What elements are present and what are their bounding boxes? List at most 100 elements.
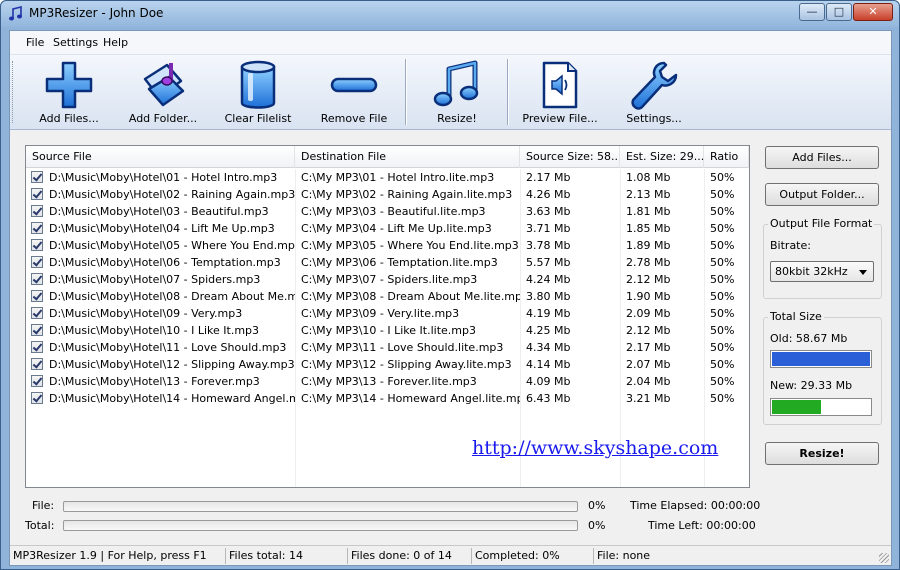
est-size-cell: 1.81 Mb xyxy=(626,205,671,218)
source-size-cell: 3.63 Mb xyxy=(526,205,571,218)
ratio-cell: 50% xyxy=(710,375,735,388)
est-size-cell: 1.08 Mb xyxy=(626,171,671,184)
remove-file-toolbar-button[interactable]: Remove File xyxy=(316,55,392,130)
est-size-cell: 3.21 Mb xyxy=(626,392,671,405)
resize-toolbar-button[interactable]: Resize! xyxy=(420,55,494,130)
bitrate-select[interactable]: 80kbit 32kHz xyxy=(770,261,874,282)
ratio-cell: 50% xyxy=(710,256,735,269)
old-size-bar xyxy=(770,350,872,368)
clear-filelist-toolbar-button[interactable]: Clear Filelist xyxy=(220,55,296,130)
table-row[interactable]: D:\Music\Moby\Hotel\03 - Beautiful.mp3 C:… xyxy=(26,203,749,220)
toolbar-grip[interactable] xyxy=(12,61,15,123)
total-progress-label: Total: xyxy=(25,519,55,532)
source-size-cell: 4.34 Mb xyxy=(526,341,571,354)
title-bar[interactable]: MP3Resizer - John Doe — □ ✕ xyxy=(1,1,899,27)
file-progress-percent: 0% xyxy=(588,499,606,512)
row-checkbox[interactable] xyxy=(31,358,43,370)
table-row[interactable]: D:\Music\Moby\Hotel\05 - Where You End.m… xyxy=(26,237,749,254)
table-row[interactable]: D:\Music\Moby\Hotel\10 - I Like It.mp3 C:… xyxy=(26,322,749,339)
new-size-label: New: 29.33 Mb xyxy=(770,379,853,392)
destination-file-cell: C:\My MP3\08 - Dream About Me.lite.mp3 xyxy=(301,290,520,303)
row-checkbox[interactable] xyxy=(31,290,43,302)
maximize-button[interactable]: □ xyxy=(826,3,852,21)
row-checkbox[interactable] xyxy=(31,273,43,285)
table-row[interactable]: D:\Music\Moby\Hotel\07 - Spiders.mp3 C:\M… xyxy=(26,271,749,288)
add-folder-toolbar-button[interactable]: Add Folder... xyxy=(126,55,200,130)
add-files-button[interactable]: Add Files... xyxy=(765,146,879,169)
row-checkbox[interactable] xyxy=(31,392,43,404)
est-size-cell: 2.78 Mb xyxy=(626,256,671,269)
window-title: MP3Resizer - John Doe xyxy=(29,6,164,20)
output-folder-button[interactable]: Output Folder... xyxy=(765,183,879,206)
add-files-label: Add Files... xyxy=(39,112,99,125)
menu-help[interactable]: Help xyxy=(103,36,128,49)
minimize-button[interactable]: — xyxy=(799,3,825,21)
close-button[interactable]: ✕ xyxy=(853,3,893,21)
source-file-cell: D:\Music\Moby\Hotel\07 - Spiders.mp3 xyxy=(49,273,261,286)
destination-file-cell: C:\My MP3\05 - Where You End.lite.mp3 xyxy=(301,239,519,252)
destination-file-cell: C:\My MP3\04 - Lift Me Up.lite.mp3 xyxy=(301,222,492,235)
destination-file-cell: C:\My MP3\03 - Beautiful.lite.mp3 xyxy=(301,205,486,218)
table-row[interactable]: D:\Music\Moby\Hotel\04 - Lift Me Up.mp3 C… xyxy=(26,220,749,237)
source-file-cell: D:\Music\Moby\Hotel\01 - Hotel Intro.mp3 xyxy=(49,171,278,184)
bitrate-label: Bitrate: xyxy=(770,239,811,252)
row-checkbox[interactable] xyxy=(31,222,43,234)
table-row[interactable]: D:\Music\Moby\Hotel\13 - Forever.mp3 C:\M… xyxy=(26,373,749,390)
row-checkbox[interactable] xyxy=(31,205,43,217)
preview-file-toolbar-button[interactable]: Preview File... xyxy=(520,55,600,130)
row-checkbox[interactable] xyxy=(31,188,43,200)
menu-file[interactable]: File xyxy=(26,36,44,49)
resize-button[interactable]: Resize! xyxy=(765,442,879,465)
table-row[interactable]: D:\Music\Moby\Hotel\09 - Very.mp3 C:\My M… xyxy=(26,305,749,322)
column-source-file[interactable]: Source File xyxy=(26,146,295,168)
source-file-cell: D:\Music\Moby\Hotel\06 - Temptation.mp3 xyxy=(49,256,281,269)
time-left: Time Left: 00:00:00 xyxy=(648,519,756,532)
column-source-size[interactable]: Source Size: 58... xyxy=(520,146,620,168)
table-row[interactable]: D:\Music\Moby\Hotel\08 - Dream About Me.… xyxy=(26,288,749,305)
row-checkbox[interactable] xyxy=(31,171,43,183)
destination-file-cell: C:\My MP3\06 - Temptation.lite.mp3 xyxy=(301,256,498,269)
ratio-cell: 50% xyxy=(710,239,735,252)
est-size-cell: 2.17 Mb xyxy=(626,341,671,354)
settings-toolbar-button[interactable]: Settings... xyxy=(616,55,692,130)
row-checkbox[interactable] xyxy=(31,307,43,319)
add-files-toolbar-button[interactable]: Add Files... xyxy=(32,55,106,130)
document-speaker-icon xyxy=(542,61,578,109)
ratio-cell: 50% xyxy=(710,290,735,303)
add-folder-label: Add Folder... xyxy=(128,112,198,125)
resize-grip[interactable] xyxy=(879,553,889,563)
ratio-cell: 50% xyxy=(710,392,735,405)
column-est-size[interactable]: Est. Size: 29... xyxy=(620,146,704,168)
row-checkbox[interactable] xyxy=(31,375,43,387)
table-row[interactable]: D:\Music\Moby\Hotel\14 - Homeward Angel.… xyxy=(26,390,749,407)
row-checkbox[interactable] xyxy=(31,256,43,268)
menu-settings[interactable]: Settings xyxy=(53,36,98,49)
table-row[interactable]: D:\Music\Moby\Hotel\06 - Temptation.mp3 C… xyxy=(26,254,749,271)
source-file-cell: D:\Music\Moby\Hotel\12 - Slipping Away.m… xyxy=(49,358,295,371)
source-file-cell: D:\Music\Moby\Hotel\08 - Dream About Me.… xyxy=(49,290,295,303)
destination-file-cell: C:\My MP3\10 - I Like It.lite.mp3 xyxy=(301,324,476,337)
output-format-group: Output File Format Bitrate: 80kbit 32kHz xyxy=(763,217,882,299)
ratio-cell: 50% xyxy=(710,307,735,320)
source-size-cell: 3.80 Mb xyxy=(526,290,571,303)
toolbar-separator-2 xyxy=(507,59,509,125)
destination-file-cell: C:\My MP3\12 - Slipping Away.lite.mp3 xyxy=(301,358,512,371)
row-checkbox[interactable] xyxy=(31,324,43,336)
app-music-icon xyxy=(9,6,22,21)
source-file-cell: D:\Music\Moby\Hotel\05 - Where You End.m… xyxy=(49,239,295,252)
list-rows: D:\Music\Moby\Hotel\01 - Hotel Intro.mp3… xyxy=(26,169,749,407)
est-size-cell: 2.04 Mb xyxy=(626,375,671,388)
row-checkbox[interactable] xyxy=(31,239,43,251)
website-link[interactable]: http://www.skyshape.com xyxy=(472,437,718,459)
row-checkbox[interactable] xyxy=(31,341,43,353)
column-ratio[interactable]: Ratio xyxy=(704,146,749,168)
source-file-cell: D:\Music\Moby\Hotel\04 - Lift Me Up.mp3 xyxy=(49,222,275,235)
column-destination-file[interactable]: Destination File xyxy=(295,146,520,168)
new-size-bar xyxy=(770,398,872,416)
table-row[interactable]: D:\Music\Moby\Hotel\01 - Hotel Intro.mp3… xyxy=(26,169,749,186)
table-row[interactable]: D:\Music\Moby\Hotel\11 - Love Should.mp3… xyxy=(26,339,749,356)
ratio-cell: 50% xyxy=(710,171,735,184)
table-row[interactable]: D:\Music\Moby\Hotel\02 - Raining Again.m… xyxy=(26,186,749,203)
destination-file-cell: C:\My MP3\11 - Love Should.lite.mp3 xyxy=(301,341,504,354)
table-row[interactable]: D:\Music\Moby\Hotel\12 - Slipping Away.m… xyxy=(26,356,749,373)
